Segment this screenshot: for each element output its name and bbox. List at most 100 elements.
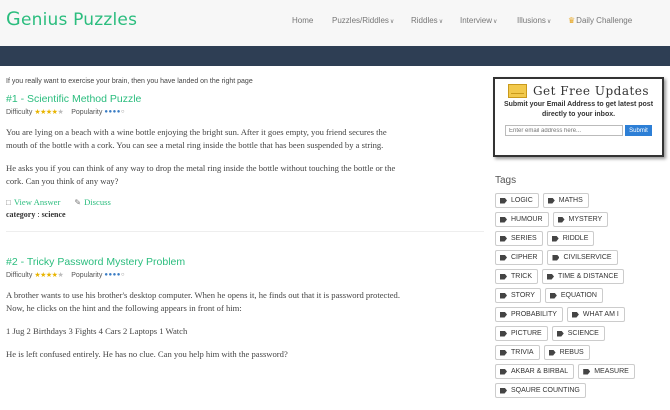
header-band xyxy=(0,46,670,66)
tag-icon xyxy=(547,273,554,280)
tag-row: AKBAR & BIRBAL MEASURE xyxy=(495,364,665,379)
subscribe-row: Submit xyxy=(495,125,662,136)
tag-row: STORY EQUATION xyxy=(495,288,665,303)
tag-icon xyxy=(500,368,507,375)
tag-label: TRICK xyxy=(511,273,532,280)
tag-row: LOGIC MATHS xyxy=(495,193,665,208)
tag-label: LOGIC xyxy=(511,197,533,204)
tag-riddle[interactable]: RIDDLE xyxy=(546,231,595,246)
tag-mystery[interactable]: MYSTERY xyxy=(552,212,609,227)
star-icon: ★ xyxy=(57,272,64,279)
tag-icon xyxy=(552,254,560,261)
updates-subtitle: Submit your Email Address to get latest … xyxy=(503,101,654,118)
circle-icon: ○ xyxy=(120,109,125,115)
tag-label: SERIES xyxy=(511,235,537,242)
submit-button[interactable]: Submit xyxy=(625,125,652,136)
tag-icon xyxy=(548,349,556,356)
discuss-link[interactable]: ✎ Discuss xyxy=(74,197,110,207)
nav-item-daily-challenge[interactable]: ♛Daily Challenge xyxy=(568,16,632,25)
popularity-dots: ●●●●○ xyxy=(104,109,125,115)
tag-icon xyxy=(500,387,507,394)
circle-icon: ○ xyxy=(120,272,125,278)
tags-heading: Tags xyxy=(495,175,517,186)
tag-time-distance[interactable]: TIME & DISTANCE xyxy=(542,269,625,284)
tag-label: CIVILSERVICE xyxy=(563,254,612,261)
tag-story[interactable]: STORY xyxy=(495,288,541,303)
popularity-dots: ●●●●○ xyxy=(104,272,125,278)
popularity-label: Popularity xyxy=(71,108,103,116)
discuss-label: Discuss xyxy=(84,197,111,207)
puzzle-item: #1 - Scientific Method Puzzle Difficulty ★… xyxy=(6,93,484,232)
tag-icon xyxy=(500,254,507,261)
nav-item-home[interactable]: Home xyxy=(292,16,313,25)
divider xyxy=(6,231,484,232)
tag-icon xyxy=(547,197,555,204)
tag-cloud: LOGIC MATHS HUMOUR MYSTERY SERIES RIDDLE CIPHE… xyxy=(495,193,665,402)
tag-science[interactable]: SCIENCE xyxy=(551,326,605,341)
tag-akbar-birbal[interactable]: AKBAR & BIRBAL xyxy=(495,364,575,379)
nav-label: Daily Challenge xyxy=(576,16,633,25)
puzzle-paragraph: He is left confused entirely. He has no … xyxy=(6,349,288,359)
updates-header: Get Free Updates xyxy=(495,84,662,98)
tag-logic[interactable]: LOGIC xyxy=(495,193,539,208)
tag-label: STORY xyxy=(511,292,535,299)
tag-cipher[interactable]: CIPHER xyxy=(495,250,544,265)
tag-icon xyxy=(583,368,591,375)
site-logo[interactable]: Genius Puzzles xyxy=(6,8,137,30)
popularity-label: Popularity xyxy=(71,271,103,279)
tag-trick[interactable]: TRICK xyxy=(495,269,538,284)
tag-row: PROBABILITY WHAT AM I xyxy=(495,307,665,322)
category-label: category xyxy=(6,210,36,219)
tag-icon xyxy=(500,216,507,223)
email-input[interactable] xyxy=(505,125,623,136)
puzzle-meta: Difficulty ★★★★★ Popularity ●●●●○ xyxy=(6,271,484,280)
puzzle-title[interactable]: #1 - Scientific Method Puzzle xyxy=(6,93,484,105)
tag-label: PROBABILITY xyxy=(511,311,557,318)
tag-icon xyxy=(500,235,507,242)
tag-icon xyxy=(500,349,507,356)
puzzle-list: #1 - Scientific Method Puzzle Difficulty ★… xyxy=(6,93,484,361)
tag-label: EQUATION xyxy=(560,292,597,299)
tag-label: REBUS xyxy=(559,349,584,356)
tag-sqaure-counting[interactable]: SQAURE COUNTING xyxy=(495,383,586,398)
tag-measure[interactable]: MEASURE xyxy=(578,364,635,379)
difficulty-label: Difficulty xyxy=(6,108,33,116)
nav-label: Interview xyxy=(460,16,493,25)
view-answer-link[interactable]: □ View Answer xyxy=(6,197,60,207)
tag-icon xyxy=(500,311,507,318)
tag-label: MATHS xyxy=(558,197,583,204)
updates-title: Get Free Updates xyxy=(532,84,650,98)
tag-equation[interactable]: EQUATION xyxy=(544,288,603,303)
nav-label: Puzzles/Riddles xyxy=(332,16,389,25)
nav-item-interview[interactable]: Interview∨ xyxy=(460,16,497,25)
tag-maths[interactable]: MATHS xyxy=(542,193,589,208)
view-answer-label: View Answer xyxy=(13,197,61,207)
tag-label: MEASURE xyxy=(594,368,629,375)
tag-series[interactable]: SERIES xyxy=(495,231,543,246)
trophy-icon: ♛ xyxy=(568,16,576,25)
puzzle-category: category : science xyxy=(6,210,66,219)
category-value: science xyxy=(41,210,66,219)
tag-what-am-i[interactable]: WHAT AM I xyxy=(566,307,625,322)
tag-label: TRIVIA xyxy=(511,349,534,356)
nav-item-riddles[interactable]: Riddles∨ xyxy=(411,16,443,25)
tag-label: TIME & DISTANCE xyxy=(558,273,619,280)
puzzle-item: #2 - Tricky Password Mystery Problem Diff… xyxy=(6,256,484,361)
tag-probability[interactable]: PROBABILITY xyxy=(495,307,563,322)
tag-row: TRICK TIME & DISTANCE xyxy=(495,269,665,284)
tag-humour[interactable]: HUMOUR xyxy=(495,212,549,227)
tag-trivia[interactable]: TRIVIA xyxy=(495,345,540,360)
nav-item-illusions[interactable]: Illusions∨ xyxy=(517,16,551,25)
puzzle-title[interactable]: #2 - Tricky Password Mystery Problem xyxy=(6,256,484,268)
nav-label: Home xyxy=(292,16,314,25)
tag-picture[interactable]: PICTURE xyxy=(495,326,548,341)
tag-rebus[interactable]: REBUS xyxy=(543,345,590,360)
tag-civilservice[interactable]: CIVILSERVICE xyxy=(547,250,618,265)
tag-label: PICTURE xyxy=(511,330,542,337)
tag-row: HUMOUR MYSTERY xyxy=(495,212,665,227)
chevron-down-icon: ∨ xyxy=(546,19,552,25)
tag-label: SCIENCE xyxy=(567,330,599,337)
tag-icon xyxy=(549,292,557,299)
tag-icon xyxy=(500,292,507,299)
nav-item-puzzles-riddles[interactable]: Puzzles/Riddles∨ xyxy=(332,16,394,25)
